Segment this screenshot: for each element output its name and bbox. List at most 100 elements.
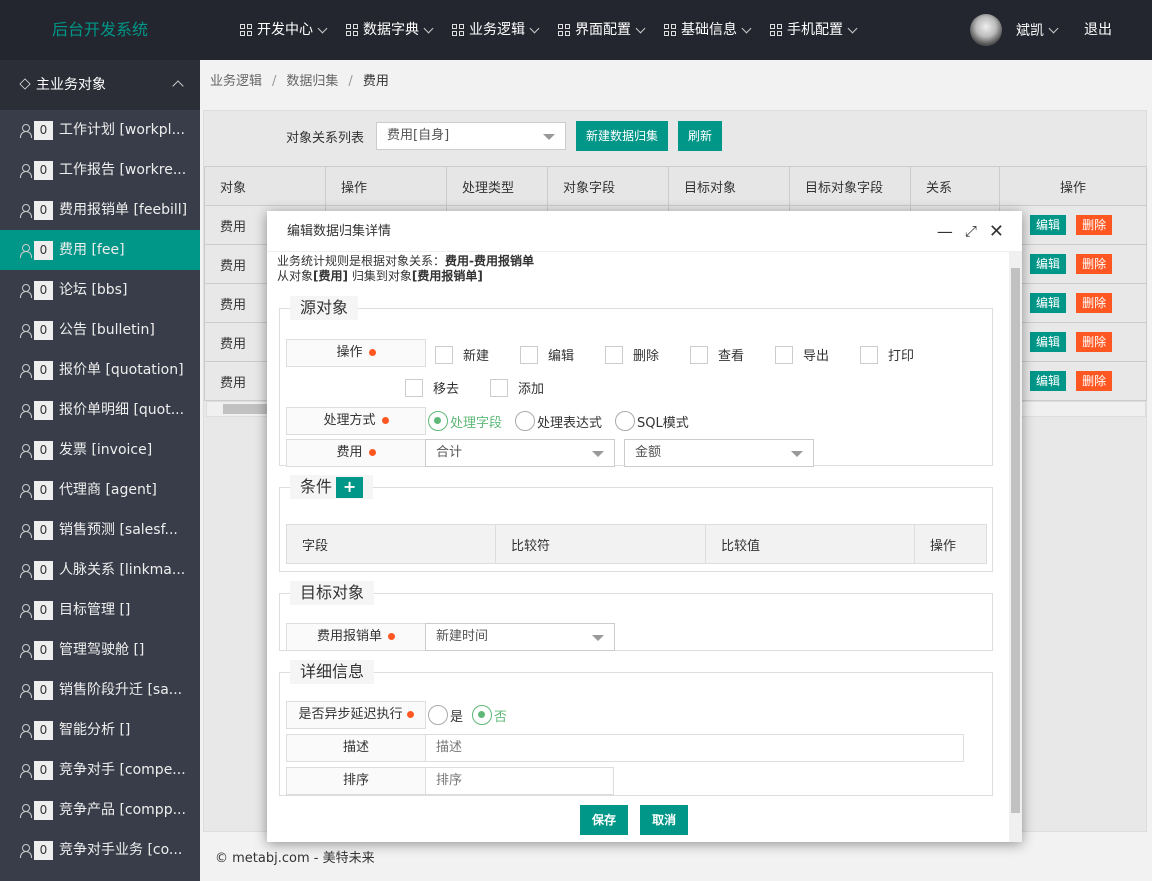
- diamond-icon: [19, 78, 31, 90]
- save-button[interactable]: 保存: [580, 805, 629, 835]
- column-header: 目标对象字段: [789, 166, 911, 206]
- async-radio-yes[interactable]: 是: [428, 705, 463, 725]
- logout-link[interactable]: 退出: [1084, 0, 1112, 60]
- cancel-button[interactable]: 取消: [640, 805, 689, 835]
- sidebar-item-comp-business[interactable]: 0 竞争对手业务 [co...: [0, 830, 200, 870]
- minimize-icon[interactable]: —: [937, 211, 953, 252]
- maximize-icon[interactable]: ⤢: [965, 211, 977, 252]
- add-condition-button[interactable]: +: [336, 477, 364, 498]
- source-field-select[interactable]: 金额: [624, 439, 814, 467]
- column-header: 对象: [204, 166, 326, 206]
- edit-button[interactable]: 编辑: [1030, 215, 1067, 235]
- breadcrumb-item[interactable]: 数据归集: [286, 74, 338, 89]
- sidebar-item-sales-stage[interactable]: 0 销售阶段升迁 [sa...: [0, 670, 200, 710]
- nav-data-dictionary[interactable]: 数据字典: [336, 0, 442, 60]
- sidebar-item-bbs[interactable]: 0 论坛 [bbs]: [0, 270, 200, 310]
- checkbox-label: 添加: [518, 382, 545, 397]
- delete-button[interactable]: 删除: [1076, 215, 1113, 235]
- sidebar-item-bulletin[interactable]: 0 公告 [bulletin]: [0, 310, 200, 350]
- count-badge: 0: [34, 160, 53, 180]
- op-checkbox-remove[interactable]: 移去: [405, 378, 459, 397]
- new-collection-button[interactable]: 新建数据归集: [576, 121, 669, 151]
- sidebar-item-quotation[interactable]: 0 报价单 [quotation]: [0, 350, 200, 390]
- method-radio-sql[interactable]: SQL模式: [615, 411, 689, 431]
- source-object-section: 源对象 操作 新建 编辑 删除 查看 导出 打印 移去 添加 处理方式 处理字段…: [279, 296, 993, 467]
- delete-button[interactable]: 删除: [1076, 254, 1113, 274]
- nav-dev-center[interactable]: 开发中心: [230, 0, 336, 60]
- count-badge: 0: [34, 800, 53, 820]
- method-radio-field[interactable]: 处理字段: [428, 411, 502, 431]
- op-checkbox-view[interactable]: 查看: [690, 345, 744, 364]
- sidebar-item-workreport[interactable]: 0 工作报告 [workre...: [0, 150, 200, 190]
- refresh-button[interactable]: 刷新: [678, 121, 723, 151]
- label-text: 操作: [336, 345, 363, 360]
- select-value: 合计: [436, 445, 463, 460]
- user-menu[interactable]: 斌凯: [970, 0, 1059, 60]
- op-checkbox-delete[interactable]: 删除: [605, 345, 659, 364]
- count-badge: 0: [34, 120, 53, 140]
- aggregate-select[interactable]: 合计: [425, 439, 615, 467]
- description-input[interactable]: 描述: [425, 734, 964, 762]
- op-checkbox-print[interactable]: 打印: [860, 345, 914, 364]
- person-icon: [20, 523, 32, 538]
- delete-button[interactable]: 删除: [1076, 293, 1113, 313]
- delete-button[interactable]: 删除: [1076, 371, 1113, 391]
- radio-label: 处理表达式: [537, 415, 603, 431]
- nav-ui-config[interactable]: 界面配置: [548, 0, 654, 60]
- scrollbar-thumb[interactable]: [1011, 268, 1020, 813]
- sidebar-item-goals[interactable]: 0 目标管理 []: [0, 590, 200, 630]
- delete-button[interactable]: 删除: [1076, 332, 1113, 352]
- radio-label: 否: [494, 709, 508, 725]
- edit-collection-dialog: 编辑数据归集详情 — ⤢ ✕ 业务统计规则是根据对象关系：费用-费用报销单 从对…: [267, 211, 1022, 842]
- sidebar-header[interactable]: 主业务对象: [0, 60, 200, 110]
- sidebar-item-invoice[interactable]: 0 发票 [invoice]: [0, 430, 200, 470]
- breadcrumb-item[interactable]: 业务逻辑: [210, 74, 262, 89]
- radio-circle: [428, 411, 448, 431]
- column-header: 操作: [999, 166, 1147, 206]
- nav-basic-info[interactable]: 基础信息: [654, 0, 760, 60]
- sidebar-item-linkman[interactable]: 0 人脉关系 [linkma...: [0, 550, 200, 590]
- op-checkbox-edit[interactable]: 编辑: [520, 345, 574, 364]
- rule-relation: 费用-费用报销单: [445, 254, 534, 268]
- sidebar-item-cockpit[interactable]: 0 管理驾驶舱 []: [0, 630, 200, 670]
- condition-section: 条件 + 字段 比较符 比较值 操作: [279, 475, 993, 572]
- sidebar-item-fee[interactable]: 0 费用 [fee]: [0, 230, 200, 270]
- nav-label: 手机配置: [787, 22, 843, 38]
- edit-button[interactable]: 编辑: [1030, 293, 1067, 313]
- count-badge: 0: [34, 360, 53, 380]
- app-logo[interactable]: 后台开发系统: [0, 0, 200, 60]
- sidebar-item-comp-product[interactable]: 0 竞争产品 [compp...: [0, 790, 200, 830]
- sidebar-item-competitor[interactable]: 0 竞争对手 [compe...: [0, 750, 200, 790]
- sidebar-item-label: 销售预测 [salesf...: [59, 522, 178, 538]
- op-checkbox-new[interactable]: 新建: [435, 345, 489, 364]
- legend-text: 条件: [300, 477, 333, 496]
- grid-icon: [452, 23, 465, 37]
- method-radio-expression[interactable]: 处理表达式: [515, 411, 602, 431]
- sidebar-item-agent[interactable]: 0 代理商 [agent]: [0, 470, 200, 510]
- op-checkbox-export[interactable]: 导出: [775, 345, 829, 364]
- close-icon[interactable]: ✕: [989, 211, 1004, 252]
- sidebar-item-analysis[interactable]: 0 智能分析 []: [0, 710, 200, 750]
- label-text: 费用报销单: [316, 629, 382, 644]
- breadcrumb-separator: /: [272, 74, 277, 89]
- sidebar-item-salesforecast[interactable]: 0 销售预测 [salesf...: [0, 510, 200, 550]
- edit-button[interactable]: 编辑: [1030, 254, 1067, 274]
- sidebar-item-label: 工作报告 [workre...: [59, 162, 187, 178]
- count-badge: 0: [34, 600, 53, 620]
- relation-select[interactable]: 费用[自身]: [376, 122, 567, 150]
- op-checkbox-add[interactable]: 添加: [490, 378, 544, 397]
- nav-mobile-config[interactable]: 手机配置: [760, 0, 866, 60]
- radio-circle: [615, 411, 635, 431]
- sort-input[interactable]: 排序: [425, 767, 614, 795]
- vertical-scrollbar[interactable]: [1009, 252, 1022, 842]
- person-icon: [20, 243, 32, 258]
- target-field-select[interactable]: 新建时间: [425, 623, 615, 651]
- edit-button[interactable]: 编辑: [1030, 332, 1067, 352]
- sidebar-item-feebill[interactable]: 0 费用报销单 [feebill]: [0, 190, 200, 230]
- edit-button[interactable]: 编辑: [1030, 371, 1067, 391]
- nav-business-logic[interactable]: 业务逻辑: [442, 0, 548, 60]
- sidebar-item-quotation-detail[interactable]: 0 报价单明细 [quot...: [0, 390, 200, 430]
- async-radio-no[interactable]: 否: [472, 705, 507, 725]
- section-legend: 源对象: [290, 296, 359, 320]
- sidebar-item-workplan[interactable]: 0 工作计划 [workpl...: [0, 110, 200, 150]
